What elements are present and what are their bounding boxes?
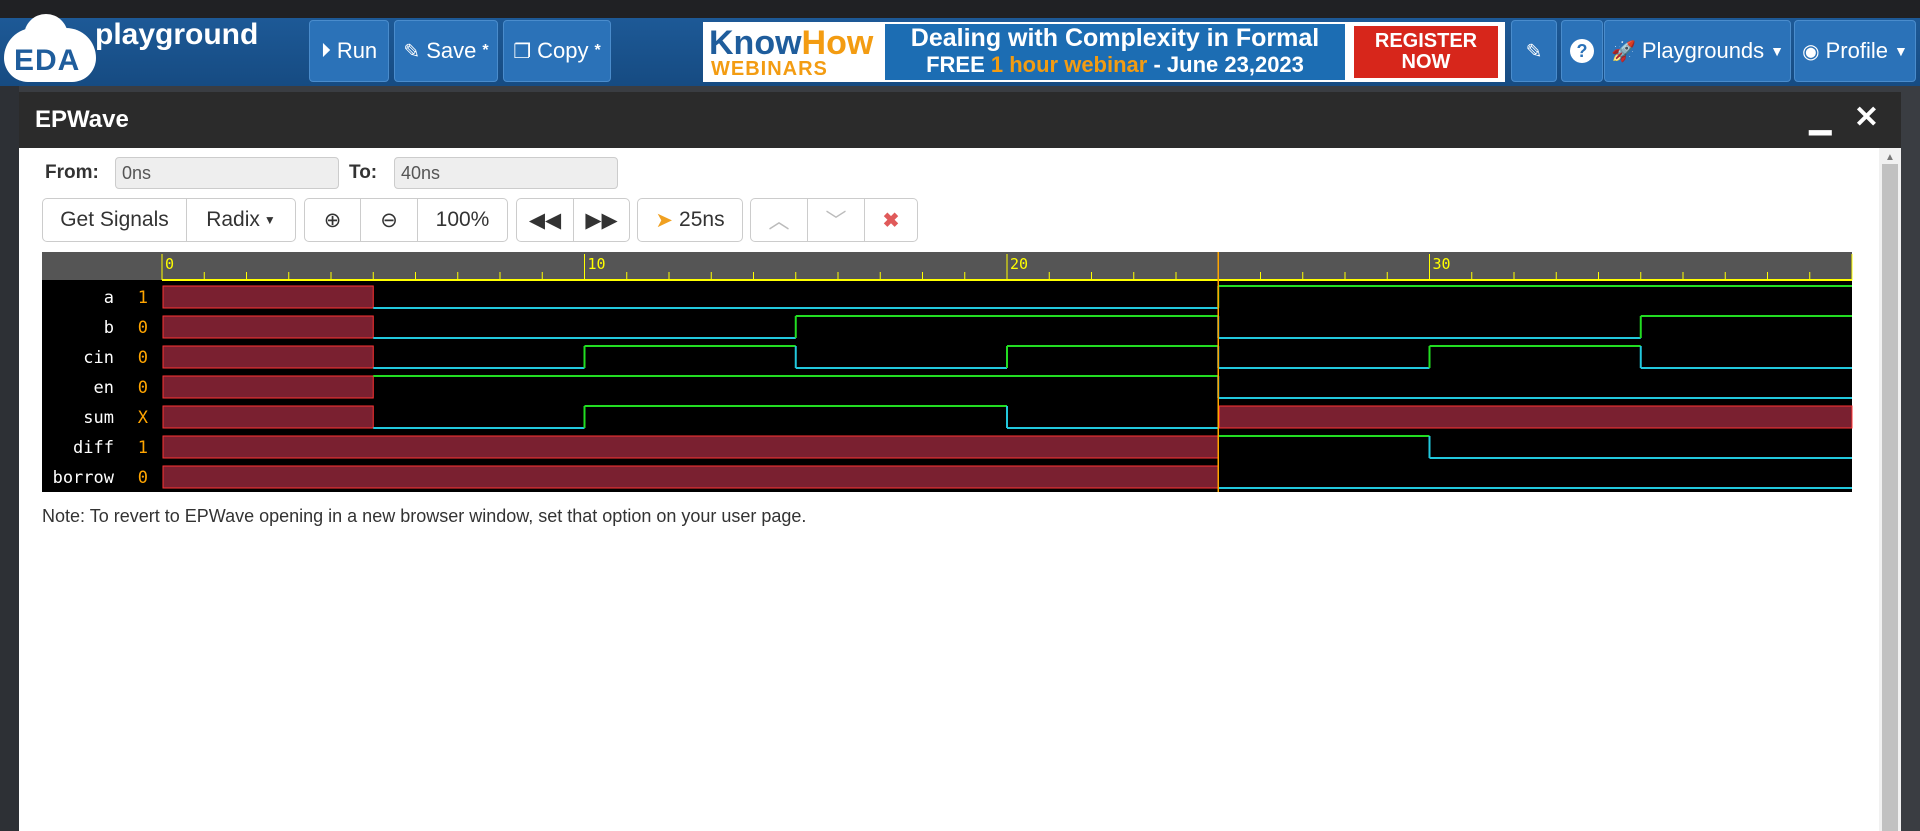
edit-icon: ✎ <box>1525 40 1543 63</box>
playgrounds-menu[interactable]: 🚀 Playgrounds ▼ <box>1604 20 1791 82</box>
signal-value: 1 <box>138 288 148 308</box>
signal-value: 1 <box>138 438 148 458</box>
zoom-out-icon: ⊖ <box>380 208 398 232</box>
eda-logo[interactable]: EDA <box>4 14 96 82</box>
brand-name[interactable]: playground <box>95 18 258 52</box>
close-button[interactable]: ✕ <box>1854 100 1879 135</box>
move-up-button[interactable]: ︿ <box>750 198 808 242</box>
banner-message: Dealing with Complexity in Formal FREE 1… <box>885 24 1345 80</box>
signal-name: b <box>104 318 114 338</box>
caret-down-icon: ▼ <box>1770 43 1785 59</box>
unknown-segment <box>162 435 1219 459</box>
edit-button[interactable]: ✎ <box>1511 20 1557 82</box>
run-button[interactable]: ⏵ Run <box>309 20 389 82</box>
chevron-up-icon: ︿ <box>768 210 790 233</box>
ruler-label: 20 <box>1010 255 1028 273</box>
signal-value: X <box>138 408 149 428</box>
dialog-title: EPWave <box>35 106 129 133</box>
waveform-viewer[interactable]: 0 10 20 30 a 1 b 0 cin 0 en 0 sum Xdiff 1 borrow 0 <box>42 252 1874 492</box>
scrollbar-thumb[interactable] <box>1882 164 1898 831</box>
unknown-segment <box>162 285 374 309</box>
epwave-dialog: EPWave ▁ ✕ From: 0ns To: 40ns Get Signal… <box>19 92 1901 831</box>
signal-value: 0 <box>138 468 148 488</box>
pencil-icon: ✎ <box>403 40 421 63</box>
copy-icon: ❐ <box>513 40 532 63</box>
move-down-button[interactable]: ﹀ <box>807 198 865 242</box>
signal-name: cin <box>83 348 114 368</box>
time-ruler <box>42 252 1852 280</box>
ruler-label: 0 <box>165 255 174 273</box>
backward-icon: ◀◀ <box>528 208 562 232</box>
scroll-up-icon: ▲ <box>1885 152 1895 163</box>
caret-down-icon: ▼ <box>263 213 276 227</box>
signal-name: en <box>94 378 114 398</box>
ruler-label: 30 <box>1433 255 1451 273</box>
jump-forward-button[interactable]: ▶▶ <box>573 198 630 242</box>
signal-name: sum <box>83 408 114 428</box>
radix-dropdown[interactable]: Radix ▼ <box>186 198 296 242</box>
forward-icon: ▶▶ <box>585 208 618 232</box>
profile-menu[interactable]: ◉ Profile ▼ <box>1794 20 1916 82</box>
signal-name: borrow <box>53 468 115 488</box>
signal-name: a <box>104 288 114 308</box>
webinar-banner[interactable]: KnowHow WEBINARS Dealing with Complexity… <box>703 22 1505 82</box>
signal-name: diff <box>73 438 114 458</box>
dialog-header[interactable]: EPWave ▁ ✕ <box>19 92 1901 148</box>
browser-tab-strip <box>0 0 1920 18</box>
caret-down-icon: ▼ <box>1893 43 1908 59</box>
jump-back-button[interactable]: ◀◀ <box>516 198 574 242</box>
knowhow-subtitle: WEBINARS <box>711 58 828 80</box>
unknown-segment <box>162 465 1219 489</box>
register-now-button[interactable]: REGISTER NOW <box>1354 26 1498 78</box>
unknown-segment <box>162 375 374 399</box>
dialog-scrollbar[interactable]: ▲ <box>1879 148 1901 831</box>
signal-value: 0 <box>138 378 148 398</box>
rocket-icon: 🚀 <box>1610 40 1636 63</box>
to-input[interactable]: 40ns <box>394 157 618 189</box>
logo-text: EDA <box>14 44 81 77</box>
zoom-level[interactable]: 100% <box>417 198 508 242</box>
remove-signal-button[interactable]: ✖ <box>864 198 918 242</box>
help-button[interactable]: ? <box>1561 20 1603 82</box>
question-icon: ? <box>1570 39 1594 63</box>
to-label: To: <box>349 162 378 183</box>
unknown-segment <box>162 405 374 429</box>
unknown-segment <box>1218 405 1853 429</box>
zoom-in-button[interactable]: ⊕ <box>304 198 361 242</box>
zoom-out-button[interactable]: ⊖ <box>360 198 418 242</box>
signal-value: 0 <box>138 318 148 338</box>
signal-value: 0 <box>138 348 148 368</box>
cursor-time-button[interactable]: ➤ 25ns <box>637 198 743 242</box>
minimize-button[interactable]: ▁ <box>1809 102 1831 135</box>
background-page <box>0 86 19 831</box>
play-circle-icon: ⏵ <box>320 39 331 62</box>
chevron-down-icon: ﹀ <box>825 210 847 233</box>
copy-button[interactable]: ❐ Copy * <box>503 20 611 82</box>
from-input[interactable]: 0ns <box>115 157 339 189</box>
remove-x-icon: ✖ <box>882 209 900 232</box>
from-label: From: <box>45 162 99 183</box>
get-signals-button[interactable]: Get Signals <box>42 198 187 242</box>
ruler-label: 10 <box>588 255 606 273</box>
unknown-segment <box>162 315 374 339</box>
revert-note: Note: To revert to EPWave opening in a n… <box>42 506 807 526</box>
zoom-in-icon: ⊕ <box>323 208 342 232</box>
cursor-arrow-icon: ➤ <box>655 208 674 232</box>
top-navbar: EDA playground ⏵ Run ✎ Save * ❐ Copy * Kno… <box>0 0 1920 86</box>
user-circle-icon: ◉ <box>1802 40 1820 63</box>
unknown-segment <box>162 345 374 369</box>
save-button[interactable]: ✎ Save * <box>394 20 498 82</box>
